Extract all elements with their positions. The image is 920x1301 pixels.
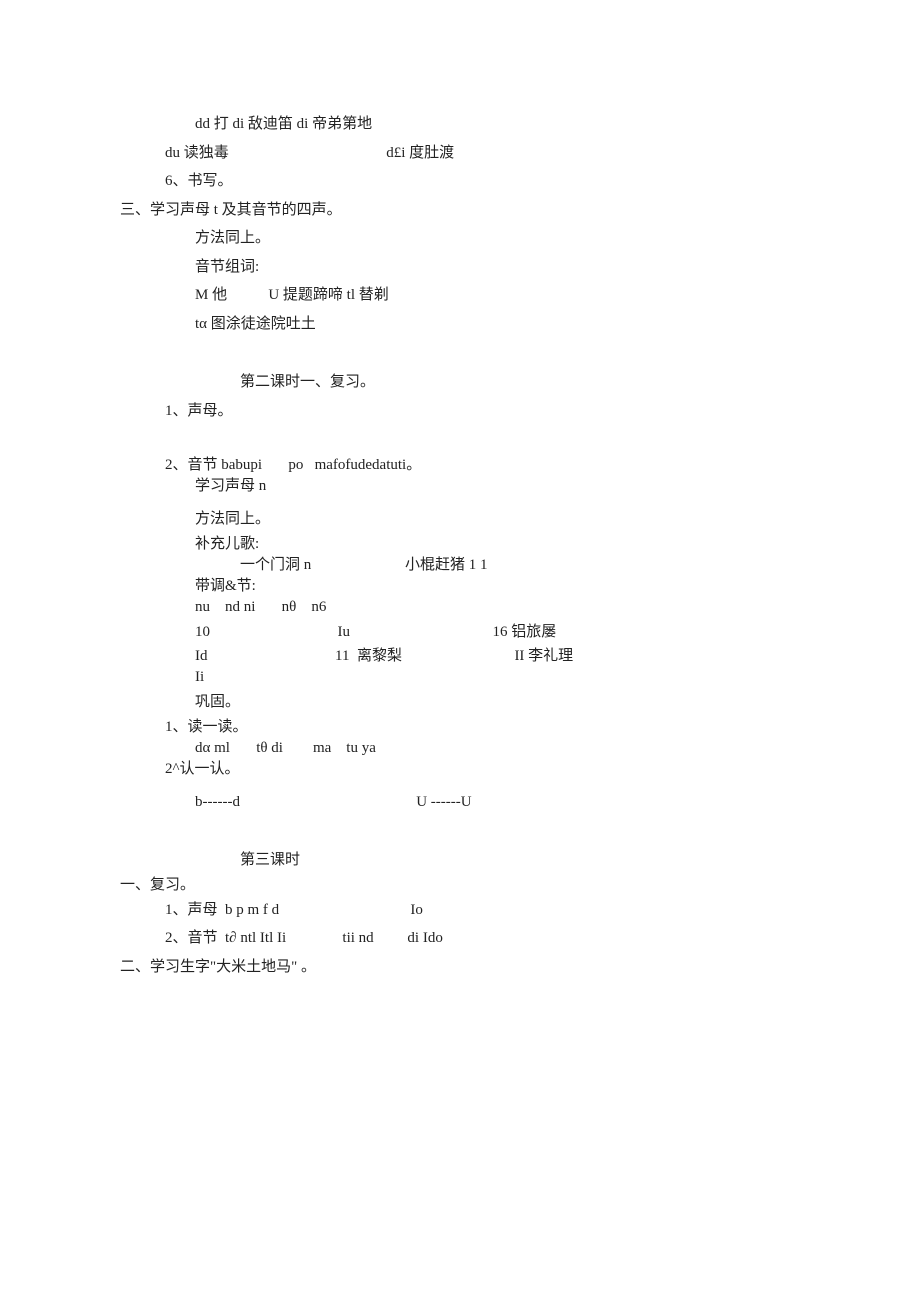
section-heading: 三、学习声母 t 及其音节的四声。 xyxy=(120,196,800,225)
text-line: 1、读一读。 xyxy=(165,717,800,738)
text-line: du 读独毒 d£i 度肚渡 xyxy=(165,139,800,168)
text-line: dα ml tθ di ma tu ya xyxy=(195,738,800,759)
text-line: 一个门洞 n 小棍赶猪 1 1 xyxy=(240,555,800,576)
section-heading: 第二课时一、复习。 xyxy=(240,368,800,397)
section-heading: 第三课时 xyxy=(240,846,800,875)
text-line: 带调&节: xyxy=(195,576,800,597)
text-line: 2^认一认。 xyxy=(165,759,800,780)
text-line: 10 Iu 16 铝旅屡 xyxy=(195,618,800,647)
text-line: 音节组词: xyxy=(195,253,800,282)
text-line: 方法同上。 xyxy=(195,505,800,534)
text-line: dd 打 di 敌迪笛 di 帝弟第地 xyxy=(195,110,800,139)
text-line: M 他 U 提题蹄啼 tl 替剃 xyxy=(195,281,800,310)
section-heading: 一、复习。 xyxy=(120,875,800,896)
text-line: 2、音节 t∂ ntl Itl Ii tii nd di Ido xyxy=(165,924,800,953)
text-line: 补充儿歌: xyxy=(195,534,800,555)
text-line: 2、音节 babupi po mafofudedatuti。 xyxy=(165,455,800,476)
text-line: 巩固。 xyxy=(195,688,800,717)
text-line: 方法同上。 xyxy=(195,224,800,253)
section-heading: 二、学习生字"大米土地马" 。 xyxy=(120,953,800,982)
text-line: Ii xyxy=(195,667,800,688)
text-line: 1、声母 b p m f d Io xyxy=(165,896,800,925)
text-line: 1、声母。 xyxy=(165,397,800,426)
text-line: 6、书写。 xyxy=(165,167,800,196)
text-line: Id 11 离黎梨 II 李礼理 xyxy=(195,646,800,667)
text-line: 学习声母 n xyxy=(195,476,800,497)
document-page: dd 打 di 敌迪笛 di 帝弟第地 du 读独毒 d£i 度肚渡 6、书写。… xyxy=(0,0,920,981)
text-line: b------d U ------U xyxy=(195,788,800,817)
text-line: tα 图涂徒途院吐土 xyxy=(195,310,800,339)
text-line: nu nd ni nθ n6 xyxy=(195,597,800,618)
